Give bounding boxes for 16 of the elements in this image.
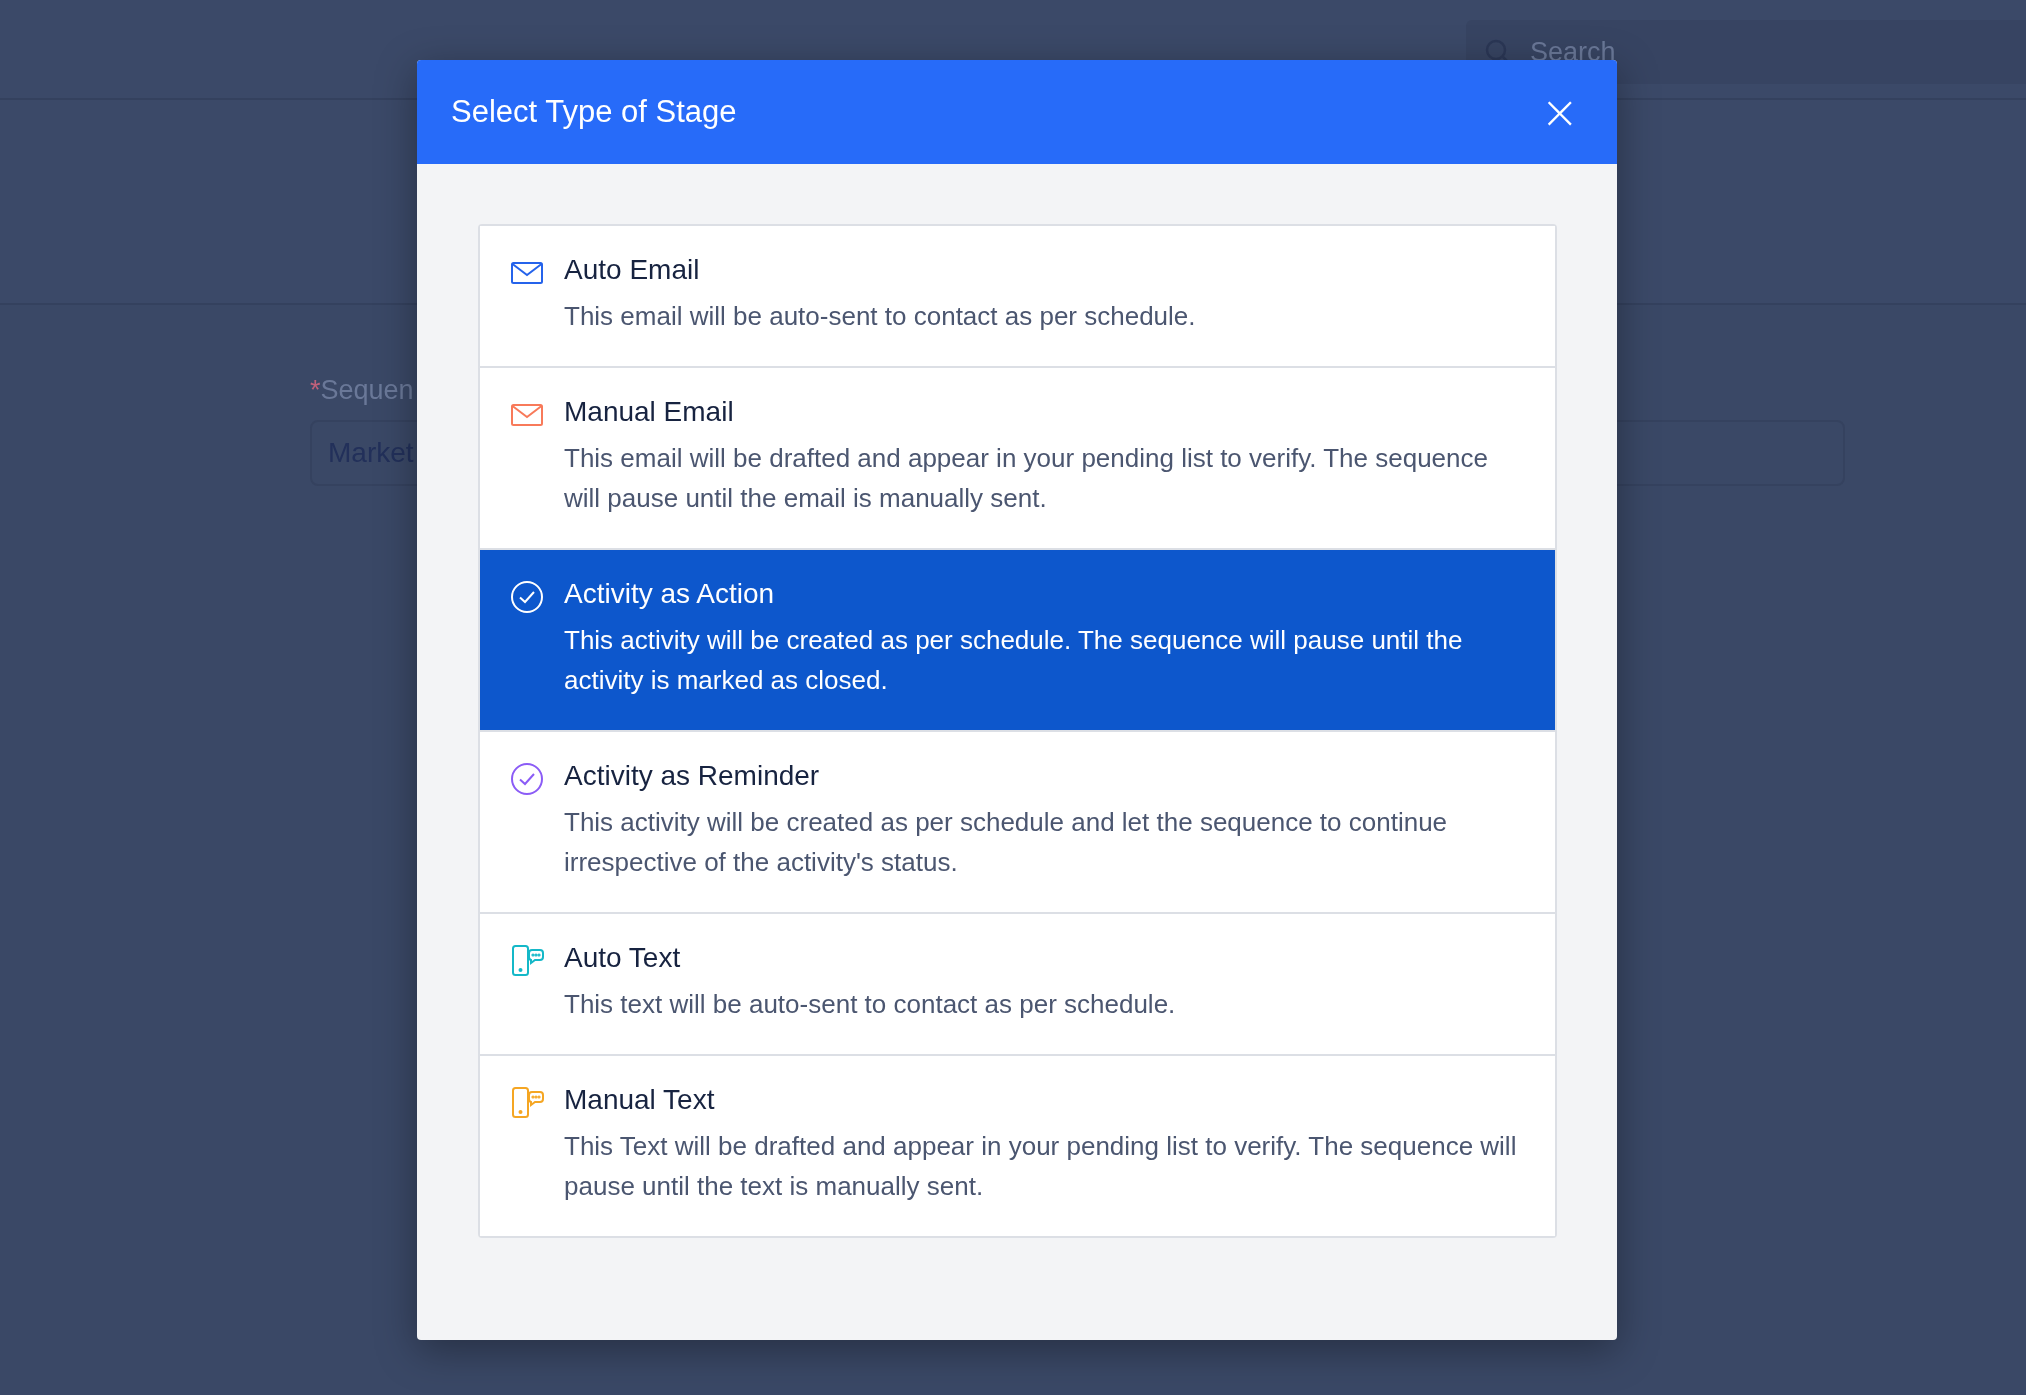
option-title: Activity as Reminder (564, 760, 821, 792)
option-description: This email will be auto-sent to contact as per schedule. (564, 300, 1196, 333)
option-description: This activity will be created as per schedule. The sequence will pause until the activity is marked as closed. (564, 624, 1464, 697)
stage-option[interactable]: Manual Text This Text will be drafted and appear in your pending list to verify. The sequence will pause until the text is manually sent. (480, 1054, 1555, 1236)
option-description: This text will be auto-sent to contact as per schedule. (564, 988, 1176, 1021)
option-description: This email will be drafted and appear in your pending list to verify. The sequence will pause until the email is manually sent. (564, 442, 1489, 515)
option-description: This Text will be drafted and appear in your pending list to verify. The sequence will pause until the text is manually sent. (564, 1130, 1518, 1203)
option-title: Auto Text (564, 942, 682, 974)
stage-option[interactable]: Activity as Action This activity will be created as per schedule. The sequence will pause until the activity is marked as closed. (480, 548, 1555, 730)
option-title: Activity as Action (564, 578, 776, 610)
option-description: This activity will be created as per schedule and let the sequence to continue irrespective of the activity's status. (564, 806, 1449, 879)
option-title: Manual Email (564, 396, 735, 428)
close-button[interactable]: × (1536, 89, 1583, 135)
option-title: Auto Email (564, 254, 701, 286)
option-title: Manual Text (564, 1084, 716, 1116)
dialog-title: Select Type of Stage (451, 94, 737, 130)
